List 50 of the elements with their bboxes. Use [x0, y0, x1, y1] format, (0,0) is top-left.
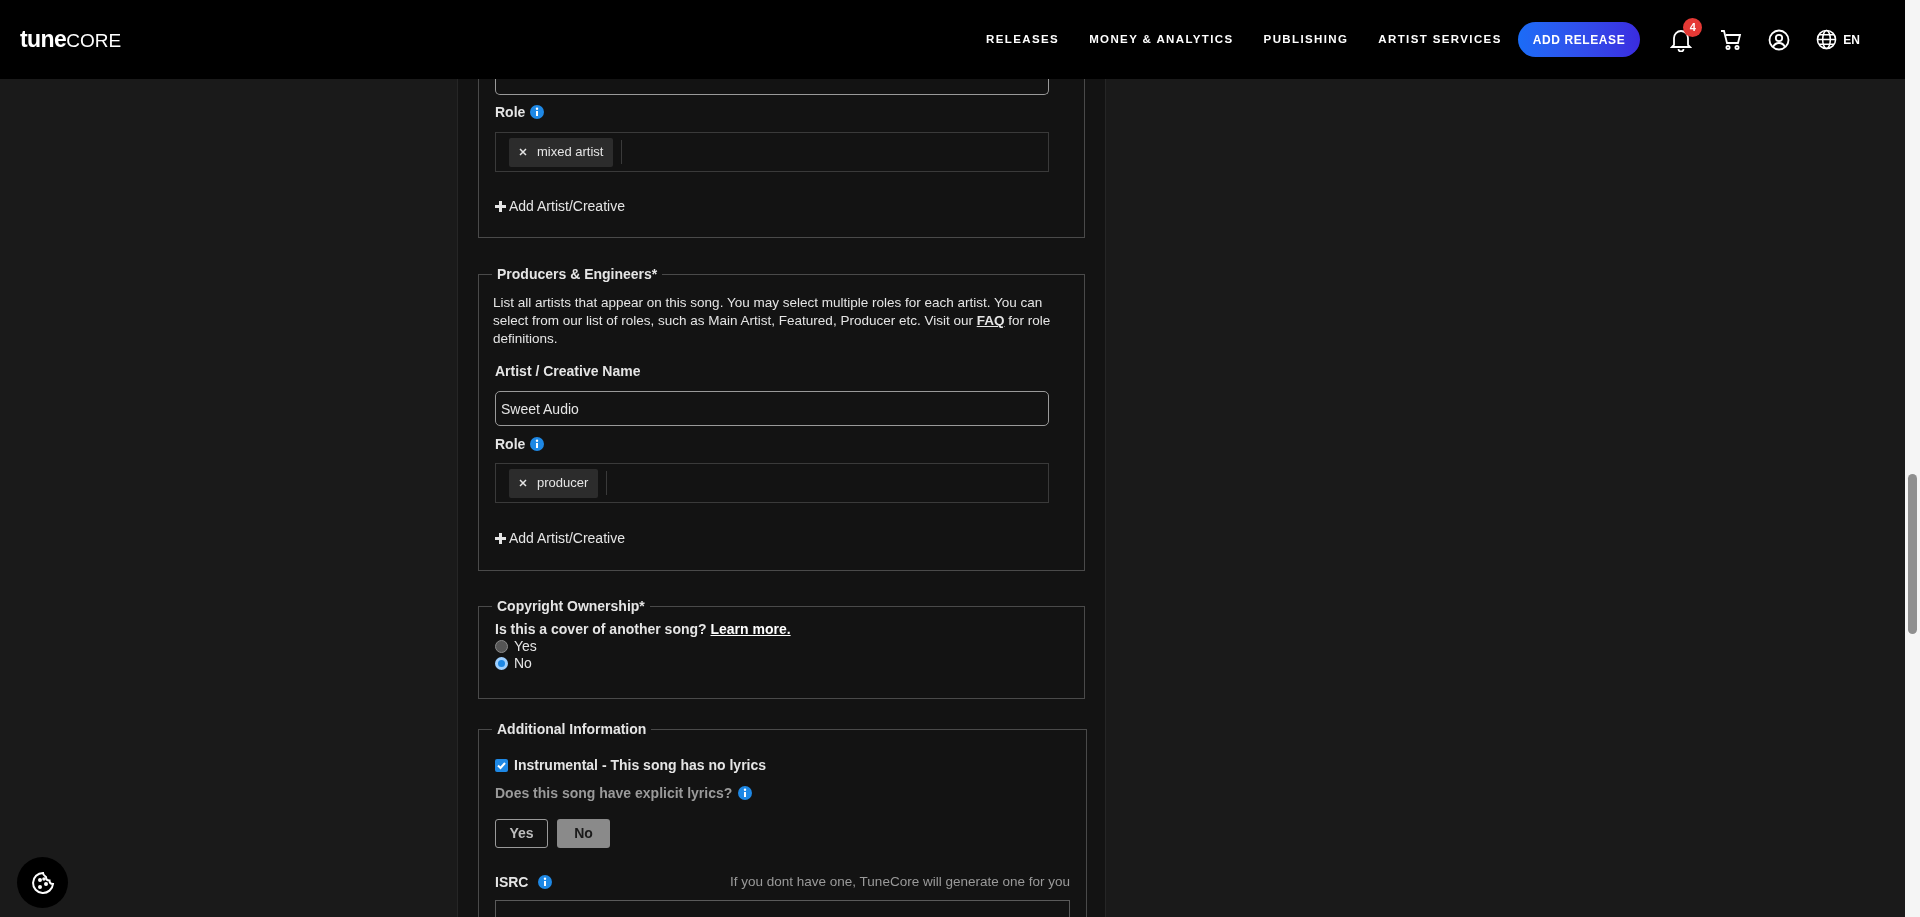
section-title: Copyright Ownership*: [496, 597, 646, 616]
remove-icon[interactable]: [519, 148, 527, 156]
field-label: Role: [495, 102, 526, 122]
role-select-field[interactable]: producer: [495, 463, 1049, 503]
radio-label: No: [514, 654, 532, 673]
question-text: Is this a cover of another song? Learn more.: [495, 620, 792, 638]
info-icon[interactable]: [538, 875, 553, 889]
field-label: Role: [495, 434, 526, 454]
cart-icon[interactable]: [1720, 28, 1743, 51]
faq-link[interactable]: FAQ: [976, 313, 1005, 328]
radio-option[interactable]: Yes: [495, 638, 1068, 655]
info-icon[interactable]: [530, 105, 545, 119]
radio-option[interactable]: No: [495, 655, 1068, 672]
radio-label: Yes: [514, 637, 537, 656]
plus-icon: [495, 532, 506, 544]
tunecore-logo[interactable]: tuneCORE: [20, 22, 122, 57]
field-label: ISRC: [495, 872, 529, 892]
text-field[interactable]: Sweet Audio: [495, 391, 1049, 426]
info-icon[interactable]: [530, 437, 545, 451]
section-title: Producers & Engineers*: [496, 265, 659, 284]
learn-more-link[interactable]: Learn more.: [710, 621, 791, 637]
role-select-field[interactable]: mixed artist: [495, 132, 1049, 172]
question-text: Does this song have explicit lyrics?: [495, 783, 733, 803]
checkbox[interactable]: [495, 758, 508, 772]
nav-link[interactable]: MONEY & ANALYTICS: [1089, 30, 1234, 49]
nav-link[interactable]: PUBLISHING: [1263, 30, 1349, 49]
language-selector[interactable]: EN: [1816, 29, 1860, 50]
section-title: Additional Information: [496, 720, 648, 739]
notification-badge: 4: [1683, 17, 1703, 37]
nav-link[interactable]: ARTIST SERVICES: [1378, 30, 1502, 49]
add-artist-button[interactable]: Add Artist/Creative: [495, 528, 625, 548]
role-tag-label: producer: [537, 474, 589, 493]
nav-link[interactable]: RELEASES: [986, 30, 1060, 49]
info-icon[interactable]: [738, 786, 753, 800]
text-field[interactable]: [495, 79, 1049, 95]
remove-icon[interactable]: [519, 479, 527, 487]
hint-text: If you dont have one, TuneCore will generate one for you: [730, 872, 1070, 891]
cookie-settings-button[interactable]: [17, 857, 68, 908]
globe-icon: [1816, 29, 1838, 50]
plus-icon: [495, 200, 506, 212]
radio-button[interactable]: [495, 657, 508, 670]
scrollbar-thumb[interactable]: [1908, 474, 1917, 634]
field-label: Artist / Creative Name: [495, 361, 641, 381]
add-artist-button[interactable]: Add Artist/Creative: [495, 196, 625, 216]
section-description: List all artists that appear on this song. You may select multiple roles for each artist. You can select from our list of roles, such as Main Artist, Featured, Producer etc. Visit our FAQ for role definitions.: [493, 294, 1052, 348]
checkbox-label: Instrumental - This song has no lyrics: [514, 755, 767, 775]
radio-button[interactable]: [495, 640, 508, 653]
user-icon[interactable]: [1768, 28, 1791, 51]
add-release-button[interactable]: ADD RELEASE: [1517, 22, 1641, 57]
role-tag-label: mixed artist: [537, 143, 604, 162]
